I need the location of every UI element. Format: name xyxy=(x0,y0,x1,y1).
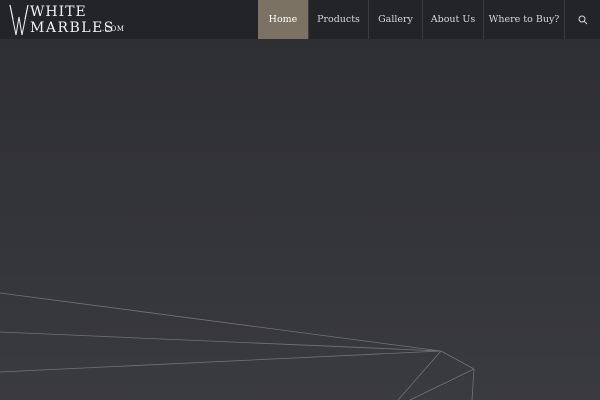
search-button[interactable] xyxy=(565,0,600,39)
logo-text-suffix: .COM xyxy=(102,25,125,33)
logo-mark-icon xyxy=(9,4,29,36)
site-header: WHITE MARBLES .COM Home Products Gallery… xyxy=(0,0,600,39)
nav-item-about-us[interactable]: About Us xyxy=(423,0,484,39)
logo-text-line1: WHITE xyxy=(30,4,87,20)
main-nav: Home Products Gallery About Us Where to … xyxy=(258,0,600,39)
search-icon xyxy=(578,15,587,24)
page: WHITE MARBLES .COM Home Products Gallery… xyxy=(0,0,600,400)
nav-item-where-to-buy[interactable]: Where to Buy? xyxy=(484,0,565,39)
decorative-wireframe-lines xyxy=(0,292,475,400)
nav-item-gallery[interactable]: Gallery xyxy=(369,0,423,39)
nav-item-home[interactable]: Home xyxy=(258,0,309,39)
site-logo[interactable]: WHITE MARBLES .COM xyxy=(8,3,125,37)
nav-item-products[interactable]: Products xyxy=(309,0,369,39)
